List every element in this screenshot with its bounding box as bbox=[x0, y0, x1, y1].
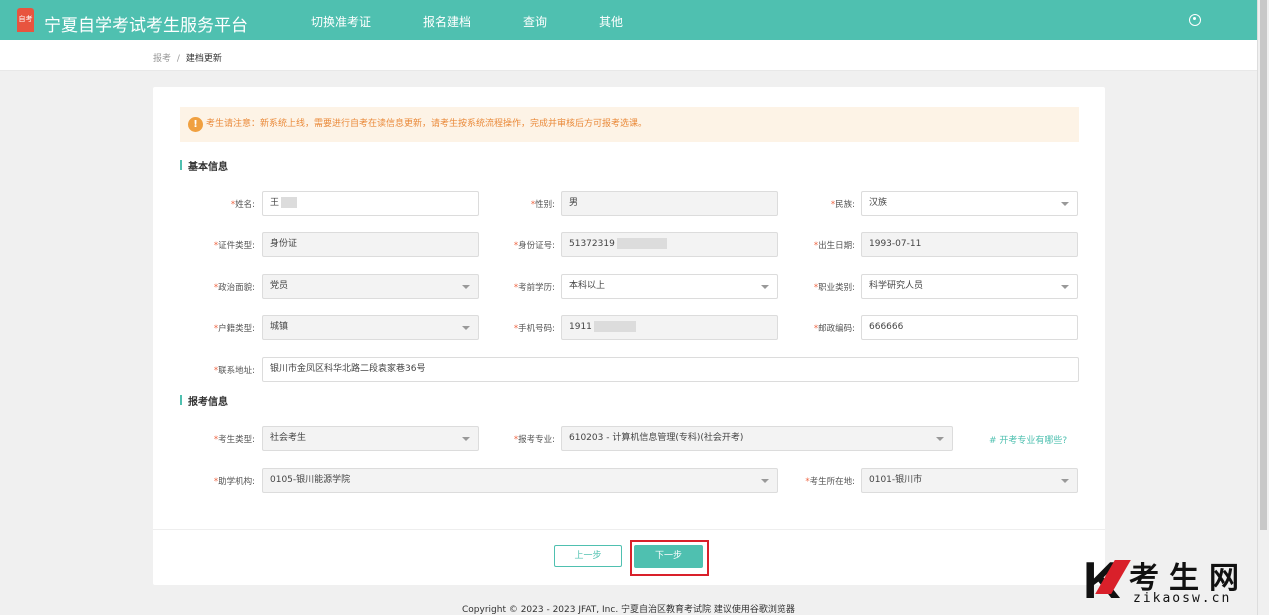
name-input[interactable]: 王 bbox=[262, 191, 479, 216]
top-nav-bar: 自考 宁夏自学考试考生服务平台 切换准考证 报名建档 查询 其他 bbox=[0, 0, 1257, 40]
chevron-down-icon bbox=[936, 437, 944, 441]
watermark-en: zikaosw.cn bbox=[1133, 591, 1232, 606]
chevron-down-icon bbox=[761, 479, 769, 483]
chevron-down-icon bbox=[462, 326, 470, 330]
education-select[interactable]: 本科以上 bbox=[561, 274, 778, 299]
chevron-down-icon bbox=[1061, 202, 1069, 206]
basic-info-title: 基本信息 bbox=[180, 158, 228, 173]
page-scrollbar[interactable] bbox=[1257, 0, 1269, 615]
scrollbar-thumb[interactable] bbox=[1260, 0, 1267, 530]
birth-field: 1993-07-11 bbox=[861, 232, 1078, 257]
politics-label: *政治面貌: bbox=[213, 283, 255, 293]
breadcrumb-parent[interactable]: 报考 bbox=[153, 54, 171, 64]
notice-text: 考生请注意：新系统上线，需要进行自考在读信息更新，请考生按系统流程操作，完成并审… bbox=[206, 119, 648, 129]
education-label: *考前学历: bbox=[513, 283, 555, 293]
name-label: *姓名: bbox=[230, 200, 255, 210]
location-label: *考生所在地: bbox=[805, 477, 855, 487]
watermark-logo: K 考生网 zikaosw.cn bbox=[1083, 553, 1263, 613]
id-type-field: 身份证 bbox=[262, 232, 479, 257]
postcode-label: *邮政编码: bbox=[813, 324, 855, 334]
id-type-label: *证件类型: bbox=[213, 241, 255, 251]
occupation-label: *职业类别: bbox=[813, 283, 855, 293]
chevron-down-icon bbox=[462, 437, 470, 441]
phone-label: *手机号码: bbox=[513, 324, 555, 334]
warning-icon: ! bbox=[188, 117, 203, 132]
household-select[interactable]: 城镇 bbox=[262, 315, 479, 340]
breadcrumb-bar: 报考 / 建档更新 bbox=[0, 40, 1257, 71]
masked-value bbox=[281, 197, 298, 208]
chevron-down-icon bbox=[761, 285, 769, 289]
id-no-field: 51372319 bbox=[561, 232, 778, 257]
logo-text: 自考 bbox=[18, 16, 33, 23]
nav-query[interactable]: 查询 bbox=[523, 13, 547, 30]
address-input[interactable]: 银川市金凤区科华北路二段袁家巷36号 bbox=[262, 357, 1079, 382]
next-step-button[interactable]: 下一步 bbox=[634, 545, 703, 568]
institution-select[interactable]: 0105-银川能源学院 bbox=[262, 468, 778, 493]
institution-label: *助学机构: bbox=[213, 477, 255, 487]
candidate-type-label: *考生类型: bbox=[213, 435, 255, 445]
location-select[interactable]: 0101-银川市 bbox=[861, 468, 1078, 493]
major-label: *报考专业: bbox=[513, 435, 555, 445]
birth-label: *出生日期: bbox=[813, 241, 855, 251]
app-title: 宁夏自学考试考生服务平台 bbox=[44, 16, 248, 36]
logo-icon: 自考 bbox=[17, 8, 34, 32]
gender-field: 男 bbox=[561, 191, 778, 216]
divider bbox=[153, 529, 1105, 530]
exam-info-title: 报考信息 bbox=[180, 393, 228, 408]
nav-other[interactable]: 其他 bbox=[599, 13, 623, 30]
breadcrumb-separator: / bbox=[176, 54, 180, 64]
ethnicity-select[interactable]: 汉族 bbox=[861, 191, 1078, 216]
copyright-text: Copyright © 2023 - 2023 JFAT, Inc. 宁夏自治区… bbox=[462, 605, 795, 615]
candidate-type-select[interactable]: 社会考生 bbox=[262, 426, 479, 451]
watermark-letter: K bbox=[1083, 552, 1121, 610]
gender-label: *性别: bbox=[530, 200, 555, 210]
breadcrumb: 报考 / 建档更新 bbox=[153, 51, 222, 64]
masked-value bbox=[616, 238, 667, 249]
notice-banner: ! 考生请注意：新系统上线，需要进行自考在读信息更新，请考生按系统流程操作，完成… bbox=[180, 107, 1079, 142]
postcode-input[interactable]: 666666 bbox=[861, 315, 1078, 340]
prev-step-button[interactable]: 上一步 bbox=[554, 545, 622, 567]
ethnicity-label: *民族: bbox=[830, 200, 855, 210]
major-help-link[interactable]: # 开考专业有哪些? bbox=[989, 433, 1067, 446]
occupation-select[interactable]: 科学研究人员 bbox=[861, 274, 1078, 299]
nav-registration[interactable]: 报名建档 bbox=[423, 13, 471, 30]
phone-field: 1911 bbox=[561, 315, 778, 340]
masked-value bbox=[593, 321, 636, 332]
id-no-label: *身份证号: bbox=[513, 241, 555, 251]
chevron-down-icon bbox=[462, 285, 470, 289]
form-panel: ! 考生请注意：新系统上线，需要进行自考在读信息更新，请考生按系统流程操作，完成… bbox=[153, 87, 1105, 585]
household-label: *户籍类型: bbox=[213, 324, 255, 334]
major-select[interactable]: 610203 - 计算机信息管理(专科)(社会开考) bbox=[561, 426, 953, 451]
breadcrumb-current: 建档更新 bbox=[185, 54, 222, 64]
nav-switch-ticket[interactable]: 切换准考证 bbox=[311, 13, 371, 30]
chevron-down-icon bbox=[1061, 285, 1069, 289]
address-label: *联系地址: bbox=[213, 366, 255, 376]
chevron-down-icon bbox=[1061, 479, 1069, 483]
user-avatar-icon[interactable] bbox=[1189, 14, 1201, 26]
politics-select[interactable]: 党员 bbox=[262, 274, 479, 299]
